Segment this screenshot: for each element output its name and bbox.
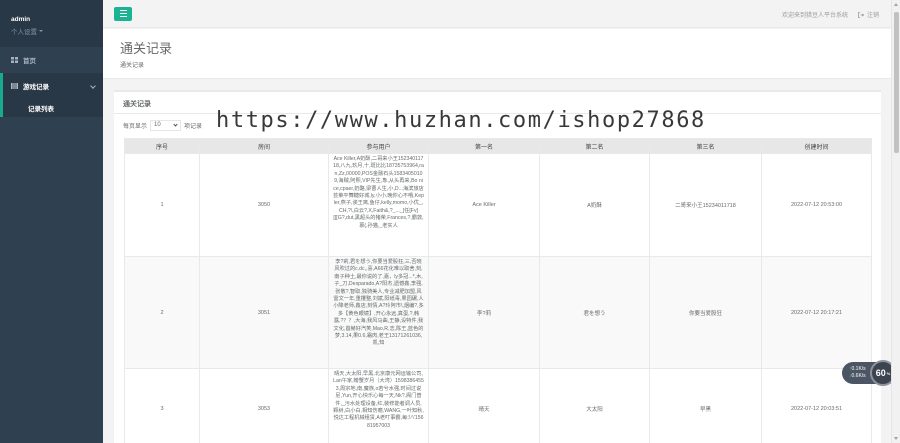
records-table: 序号 房间 参与用户 第一名 第二名 第三名 创建时间 1 3050 Ace K… [124, 138, 872, 443]
scrollbar-thumb[interactable] [894, 12, 899, 153]
cell-created: 2022-07-12 20:17:21 [761, 256, 872, 369]
profile-settings-label: 个人设置 [11, 29, 37, 36]
table-row: 1 3050 Ace Killer,A奶酥,二哥来小王15234011718,八… [124, 153, 872, 257]
profile: admin 个人设置 [0, 0, 103, 47]
column-header-second[interactable]: 第二名 [539, 138, 650, 154]
page-length-select[interactable]: 10 [150, 119, 182, 131]
page-length-prefix: 每页显示 [123, 123, 148, 130]
sidebar-item-home[interactable]: 首页 [0, 47, 103, 73]
usage-unit: % [886, 370, 891, 376]
table-icon [11, 83, 18, 89]
column-header-players[interactable]: 参与用户 [328, 138, 429, 154]
records-panel: 通关记录 每页显示 10 项记录 序号 房间 参与用户 第一名 第二名 第三名 … [114, 90, 881, 443]
sidebar-item-record-list[interactable]: 记录列表 [0, 99, 103, 117]
cell-first: 李?莉 [428, 256, 540, 369]
caret-down-icon [39, 30, 43, 32]
scroll-up-arrow-icon[interactable] [894, 3, 898, 6]
welcome-text: 欢迎来到猎豆人平台系统 [781, 13, 848, 19]
sidebar-item-game-records-label: 游戏记录 [23, 84, 49, 91]
panel-title: 通关记录 [114, 92, 881, 114]
hamburger-icon [119, 10, 127, 12]
logout-link[interactable]: 注销 [858, 10, 879, 19]
cell-index: 1 [124, 153, 200, 257]
cell-index: 2 [124, 256, 200, 369]
page-length-control: 每页显示 10 项记录 [114, 115, 881, 135]
page-length-value: 10 [154, 122, 161, 128]
vertical-scrollbar[interactable] [891, 0, 900, 443]
column-header-room[interactable]: 房间 [199, 138, 329, 154]
column-header-first[interactable]: 第一名 [428, 138, 540, 154]
breadcrumb: 通关记录 [120, 63, 145, 69]
sidebar-item-home-label: 首页 [23, 58, 36, 65]
menu-toggle-button[interactable] [114, 6, 132, 21]
cell-third: 早黑 [649, 368, 762, 443]
logout-label: 注销 [866, 13, 879, 19]
logout-icon [858, 11, 864, 18]
cell-first: 晴天 [428, 368, 540, 443]
top-navbar: 欢迎来到猎豆人平台系统 注销 [103, 0, 891, 28]
cell-first: Ace Killer [428, 153, 540, 257]
page-heading: 通关记录 通关记录 [103, 29, 891, 79]
cell-room: 3053 [199, 368, 329, 443]
sidebar-item-record-list-label: 记录列表 [28, 106, 54, 113]
cell-second: 大太阳 [539, 368, 650, 443]
cell-created: 2022-07-12 20:53:00 [761, 153, 872, 257]
cell-third: 二哥来小王15234011718 [649, 153, 762, 257]
column-header-created[interactable]: 创建时间 [761, 138, 872, 154]
cell-room: 3050 [199, 153, 329, 257]
home-icon [11, 57, 18, 63]
scroll-down-arrow-icon[interactable] [894, 437, 898, 440]
column-header-third[interactable]: 第三名 [649, 138, 762, 154]
cell-players: Ace Killer,A奶酥,二哥来小王15234011718,八九,玖月,十,… [328, 153, 429, 257]
chevron-down-icon [90, 83, 96, 89]
user-name: admin [11, 16, 31, 23]
chevron-down-icon [173, 121, 178, 127]
usage-value: 60 [875, 368, 886, 378]
sidebar: admin 个人设置 首页 游戏记录 记录列表 [0, 0, 103, 443]
profile-settings-dropdown[interactable]: 个人设置 [11, 26, 103, 36]
cell-second: A奶酥 [539, 153, 650, 257]
table-row: 2 3051 李?莉,君を想う,你要当爱股狂,三,否晓风吹过的c.dc,,喜,A… [124, 256, 872, 369]
column-header-index[interactable]: 序号 [124, 138, 200, 154]
cell-room: 3051 [199, 256, 329, 369]
sidebar-item-game-records[interactable]: 游戏记录 [0, 73, 103, 99]
top-right-area: 欢迎来到猎豆人平台系统 注销 [782, 10, 879, 19]
cell-third: 你要当爱股狂 [649, 256, 762, 369]
page-title: 通关记录 [120, 41, 173, 56]
cell-players: 李?莉,君を想う,你要当爱股狂,三,否晓风吹过的c.dc,,喜,A66花化难以取… [328, 256, 429, 369]
cell-players: 晴天,大太阳,早黑,北京康元网运输公司,Lan午家,螃蟹岁月（大湾）159838… [328, 368, 429, 443]
page-length-suffix: 项记录 [184, 123, 203, 130]
table-row: 3 3053 晴天,大太阳,早黑,北京康元网运输公司,Lan午家,螃蟹岁月（大湾… [124, 368, 872, 443]
table-header-row: 序号 房间 参与用户 第一名 第二名 第三名 创建时间 [124, 138, 872, 154]
cell-index: 3 [124, 368, 200, 443]
cell-second: 君を想う [539, 256, 650, 369]
